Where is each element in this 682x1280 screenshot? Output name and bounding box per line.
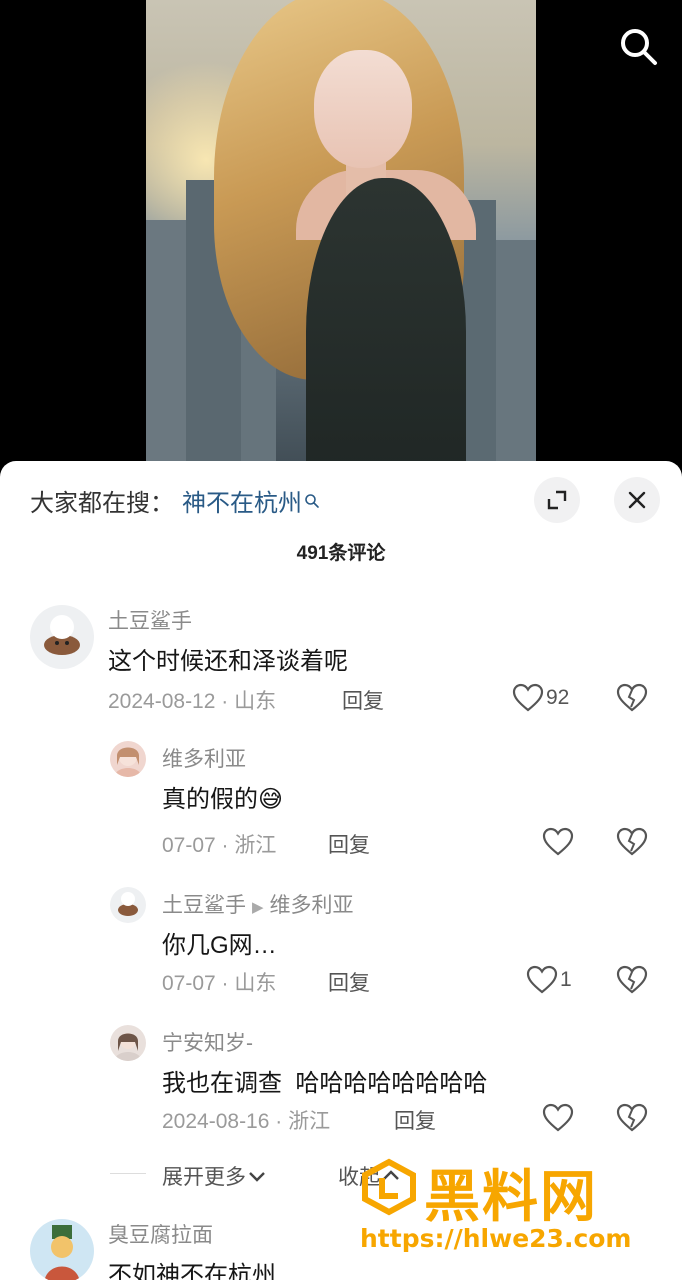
username[interactable]: 维多利亚 (162, 743, 246, 773)
username[interactable]: 土豆鲨手 ▶ 维多利亚 (162, 889, 354, 919)
reply-arrow-icon: ▶ (252, 899, 264, 916)
avatar[interactable] (110, 741, 146, 777)
video-player[interactable] (0, 0, 682, 480)
avatar[interactable] (110, 1025, 146, 1061)
heart-icon (542, 827, 574, 856)
trending-search[interactable]: 大家都在搜： 神不在杭州 (30, 483, 320, 518)
expand-label: 展开更多 (162, 1166, 246, 1189)
face (314, 50, 412, 168)
comment-text: 不如神不在杭州 (108, 1262, 276, 1280)
like-button[interactable] (542, 827, 576, 857)
search-icon (305, 493, 319, 508)
watermark-logo-icon (362, 1158, 416, 1216)
close-icon[interactable] (614, 477, 660, 523)
black-dress (306, 178, 466, 480)
expand-icon[interactable] (534, 477, 580, 523)
trending-keyword[interactable]: 神不在杭州 (182, 483, 302, 518)
comment-date: 2024-08-16 (162, 1110, 270, 1133)
reply-item: 宁安知岁- 我也在调查 哈哈哈哈哈哈哈哈 2024-08-16 · 浙江 回复 (0, 1023, 682, 1143)
watermark-url: https://hlwe23.com (360, 1224, 632, 1253)
comment-count: 491条评论 (296, 543, 386, 564)
heart-icon (526, 965, 558, 994)
comment-text: 你几G网… (162, 932, 277, 959)
comment-location: 山东 (234, 972, 277, 995)
dislike-button[interactable] (616, 683, 648, 718)
reply-to-user[interactable]: 维多利亚 (270, 894, 354, 917)
username[interactable]: 臭豆腐拉面 (108, 1219, 213, 1249)
like-button[interactable] (542, 1103, 576, 1133)
like-count: 92 (546, 686, 570, 709)
avatar[interactable] (30, 1219, 94, 1280)
comment-text: 真的假的😅 (162, 786, 284, 813)
comment-item: 土豆鲨手 这个时候还和泽谈着呢 2024-08-12 · 山东 回复 92 (0, 603, 682, 723)
comment-location: 浙江 (288, 1110, 331, 1133)
reply-button[interactable]: 回复 (328, 829, 370, 859)
expand-more-button[interactable]: 展开更多 (162, 1161, 268, 1191)
comment-location: 山东 (234, 690, 277, 713)
comment-location: 浙江 (234, 834, 277, 857)
video-frame (146, 0, 536, 480)
reply-button[interactable]: 回复 (394, 1105, 436, 1135)
comment-date: 07-07 (162, 834, 216, 857)
comment-date: 07-07 (162, 972, 216, 995)
divider (110, 1173, 146, 1174)
watermark-title: 黑料网 (424, 1165, 598, 1230)
heart-icon (512, 683, 544, 712)
broken-heart-icon (616, 965, 648, 994)
reply-button[interactable]: 回复 (328, 967, 370, 997)
reply-item: 土豆鲨手 ▶ 维多利亚 你几G网… 07-07 · 山东 回复 1 (0, 885, 682, 1005)
broken-heart-icon (616, 683, 648, 712)
broken-heart-icon (616, 827, 648, 856)
like-button[interactable]: 1 (526, 965, 572, 995)
comment-text: 我也在调查 哈哈哈哈哈哈哈哈 (162, 1070, 488, 1097)
search-icon[interactable] (618, 26, 660, 68)
dislike-button[interactable] (616, 827, 648, 862)
like-button[interactable]: 92 (512, 683, 569, 713)
trending-prefix: 大家都在搜： (30, 490, 174, 517)
sweat-smile-emoji: 😅 (258, 786, 284, 813)
avatar[interactable] (110, 887, 146, 923)
dislike-button[interactable] (616, 965, 648, 1000)
like-count: 1 (560, 968, 572, 991)
reply-item: 维多利亚 真的假的😅 07-07 · 浙江 回复 (0, 739, 682, 859)
username[interactable]: 土豆鲨手 (108, 605, 192, 635)
watermark: 黑料网 https://hlwe23.com (352, 1148, 682, 1280)
heart-icon (542, 1103, 574, 1132)
avatar[interactable] (30, 605, 94, 669)
dislike-button[interactable] (616, 1103, 648, 1138)
chevron-down-icon (249, 1172, 265, 1182)
reply-button[interactable]: 回复 (342, 685, 384, 715)
comment-text: 这个时候还和泽谈着呢 (108, 648, 348, 675)
username[interactable]: 宁安知岁- (162, 1027, 253, 1057)
broken-heart-icon (616, 1103, 648, 1132)
comment-date: 2024-08-12 (108, 690, 216, 713)
